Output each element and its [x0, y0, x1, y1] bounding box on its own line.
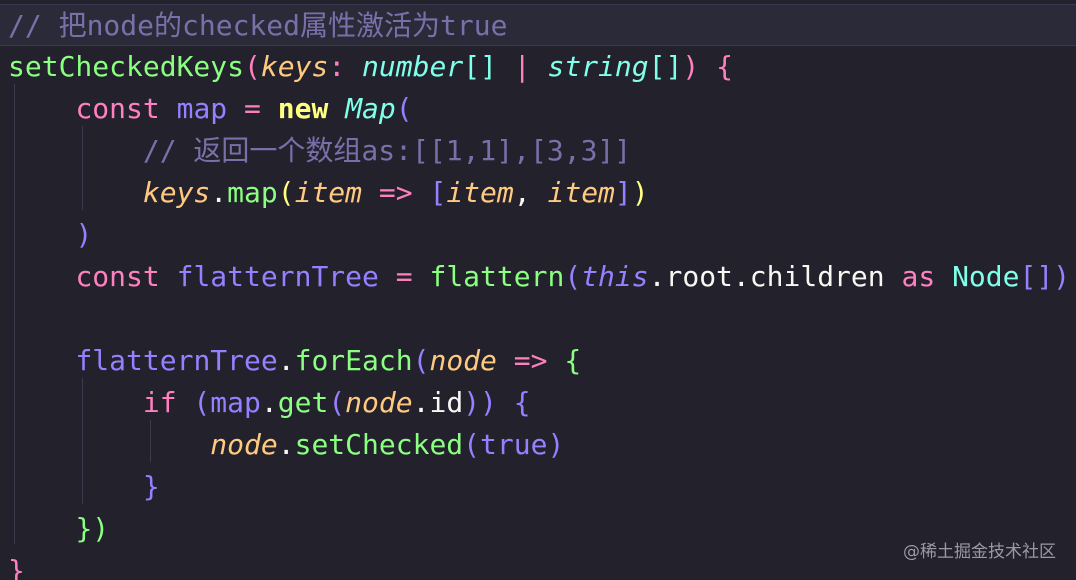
- code-token: .: [277, 344, 295, 377]
- code-line[interactable]: const flatternTree = flattern(this.root.…: [8, 256, 1070, 298]
- code-token: setCheckedKeys: [8, 50, 245, 83]
- code-line[interactable]: // 把node的checked属性激活为true: [0, 4, 1076, 46]
- code-token: new: [277, 92, 329, 125]
- code-token: (: [277, 176, 295, 209]
- code-token: true: [480, 428, 548, 461]
- code-token: ): [631, 176, 649, 209]
- code-token: item: [547, 176, 615, 209]
- code-token: ]: [614, 176, 632, 209]
- code-token: keys: [142, 176, 211, 209]
- code-token: :: [328, 50, 363, 83]
- code-token: []: [463, 50, 497, 83]
- code-token: (: [564, 260, 582, 293]
- code-token: []): [1019, 260, 1071, 293]
- code-token: map: [159, 92, 245, 125]
- code-token: .: [260, 386, 278, 419]
- code-token: =>: [496, 344, 565, 377]
- code-token: if: [142, 386, 177, 419]
- code-token: (: [395, 92, 413, 125]
- code-token: Node: [952, 260, 1020, 293]
- code-line[interactable]: ): [8, 214, 92, 256]
- code-token: )) {: [463, 386, 531, 419]
- code-line[interactable]: const map = new Map(: [8, 88, 413, 130]
- code-token: number: [362, 50, 464, 83]
- code-line[interactable]: node.setChecked(true): [8, 424, 564, 466]
- code-editor[interactable]: // 把node的checked属性激活为true setCheckedKeys(…: [0, 0, 1076, 580]
- code-token: Map: [345, 92, 396, 125]
- code-token: forEach: [294, 344, 413, 377]
- code-token: // 把node的checked属性激活为true: [8, 9, 508, 42]
- code-token: item: [294, 176, 363, 209]
- code-token: (: [328, 386, 346, 419]
- code-token: item: [446, 176, 514, 209]
- code-token: =: [395, 260, 413, 293]
- code-token: =: [244, 92, 261, 125]
- code-token: [: [429, 176, 447, 209]
- code-token: }: [8, 554, 25, 580]
- code-line[interactable]: setCheckedKeys(keys: number[] | string[]…: [8, 46, 733, 88]
- code-token: keys: [260, 50, 329, 83]
- code-token: const: [75, 260, 160, 293]
- code-token: const: [75, 92, 160, 125]
- code-line[interactable]: flatternTree.forEach(node => {: [8, 340, 581, 382]
- code-line[interactable]: }: [8, 466, 160, 508]
- code-token: (: [412, 344, 430, 377]
- code-token: setChecked: [294, 428, 464, 461]
- code-token: |: [496, 50, 548, 83]
- code-token: ): [75, 218, 93, 251]
- code-token: map: [210, 386, 261, 419]
- code-token: .: [210, 176, 228, 209]
- code-token: =>: [362, 176, 430, 209]
- code-token: (: [176, 386, 211, 419]
- code-token: flatternTree: [75, 344, 278, 377]
- code-token: ) {: [682, 50, 733, 83]
- code-token: .: [277, 428, 295, 461]
- code-line[interactable]: keys.map(item => [item, item]): [8, 172, 649, 214]
- code-token: {: [564, 344, 582, 377]
- code-token: flattern: [429, 260, 565, 293]
- code-token: this: [581, 260, 649, 293]
- code-token: node: [345, 386, 413, 419]
- code-token: }): [75, 512, 110, 545]
- code-token: }: [142, 470, 160, 503]
- code-token: as: [901, 260, 936, 293]
- code-token: // 返回一个数组as:[[1,1],[3,3]]: [142, 134, 632, 167]
- watermark-text: @稀土掘金技术社区: [903, 542, 1056, 562]
- code-token: node: [210, 428, 278, 461]
- code-line[interactable]: // 返回一个数组as:[[1,1],[3,3]]: [8, 130, 631, 172]
- code-token: flatternTree: [159, 260, 396, 293]
- code-token: string: [547, 50, 649, 83]
- code-token: .id: [412, 386, 464, 419]
- code-token: get: [277, 386, 329, 419]
- code-token: map: [227, 176, 278, 209]
- code-token: .root.children: [648, 260, 902, 293]
- code-line[interactable]: }): [8, 508, 109, 550]
- code-token: []: [648, 50, 683, 83]
- code-token: ,: [513, 176, 548, 209]
- code-token: (: [463, 428, 481, 461]
- code-line[interactable]: if (map.get(node.id)) {: [8, 382, 531, 424]
- code-token: (: [244, 50, 261, 83]
- code-line[interactable]: }: [8, 550, 25, 580]
- code-token: ): [547, 428, 565, 461]
- code-token: node: [429, 344, 497, 377]
